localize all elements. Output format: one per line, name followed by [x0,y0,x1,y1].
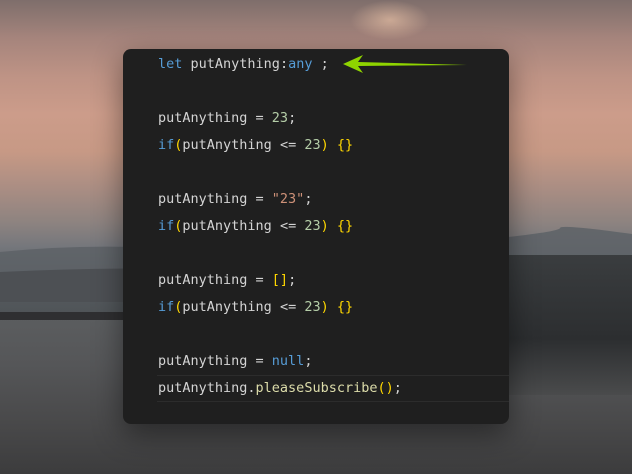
code-token: any [288,56,313,72]
code-token: putAnything = [158,110,272,126]
code-token: if [158,137,175,153]
code-line: putAnything = null; [158,348,402,375]
code-line: if(putAnything <= 23) {} [158,294,402,321]
code-line: putAnything = []; [158,267,402,294]
code-token: ; [304,191,313,207]
code-token: pleaseSubscribe [255,380,378,396]
code-token: ; [288,110,297,126]
code-token: putAnything = [158,272,272,288]
code-token: {} [336,137,354,153]
code-token: ) [320,218,329,234]
code-line: putAnything = "23"; [158,186,402,213]
code-token: 23 [271,110,289,126]
code-line: putAnything = 23; [158,105,402,132]
right-shore [508,255,632,395]
arrow-left-icon [343,55,467,73]
code-line: putAnything.pleaseSubscribe(); [158,375,402,402]
code-token: ) [320,137,329,153]
code-token: ; [304,353,313,369]
code-token: () [377,380,394,396]
code-editor-window: let putAnything:any ; putAnything = 23; i… [123,49,509,424]
code-token: putAnything <= [182,218,305,234]
code-token: putAnything <= [182,299,305,315]
code-token: 23 [304,299,321,315]
code-token: putAnything = [158,191,272,207]
code-token: if [158,299,175,315]
code-token: ; [288,272,297,288]
code-token: putAnything <= [182,137,305,153]
code-token: {} [336,299,354,315]
code-token: 23 [304,137,321,153]
code-token: ) [320,299,329,315]
code-token: {} [336,218,354,234]
code-token: if [158,218,175,234]
code-token: [] [271,272,289,288]
bridge [0,312,124,320]
code-block: let putAnything:any ; putAnything = 23; i… [158,51,402,402]
code-token: "23" [271,191,305,207]
code-token: ; [393,380,402,396]
code-token: putAnything. [158,380,256,396]
code-token: : [279,56,289,72]
code-token: putAnything [182,56,280,72]
sunset-glow [350,0,430,40]
code-token: 23 [304,218,321,234]
code-line: if(putAnything <= 23) {} [158,132,402,159]
code-line: if(putAnything <= 23) {} [158,213,402,240]
code-token: ; [312,56,329,72]
code-token: putAnything = [158,353,272,369]
code-token: null [271,353,305,369]
code-token: let [158,56,183,72]
